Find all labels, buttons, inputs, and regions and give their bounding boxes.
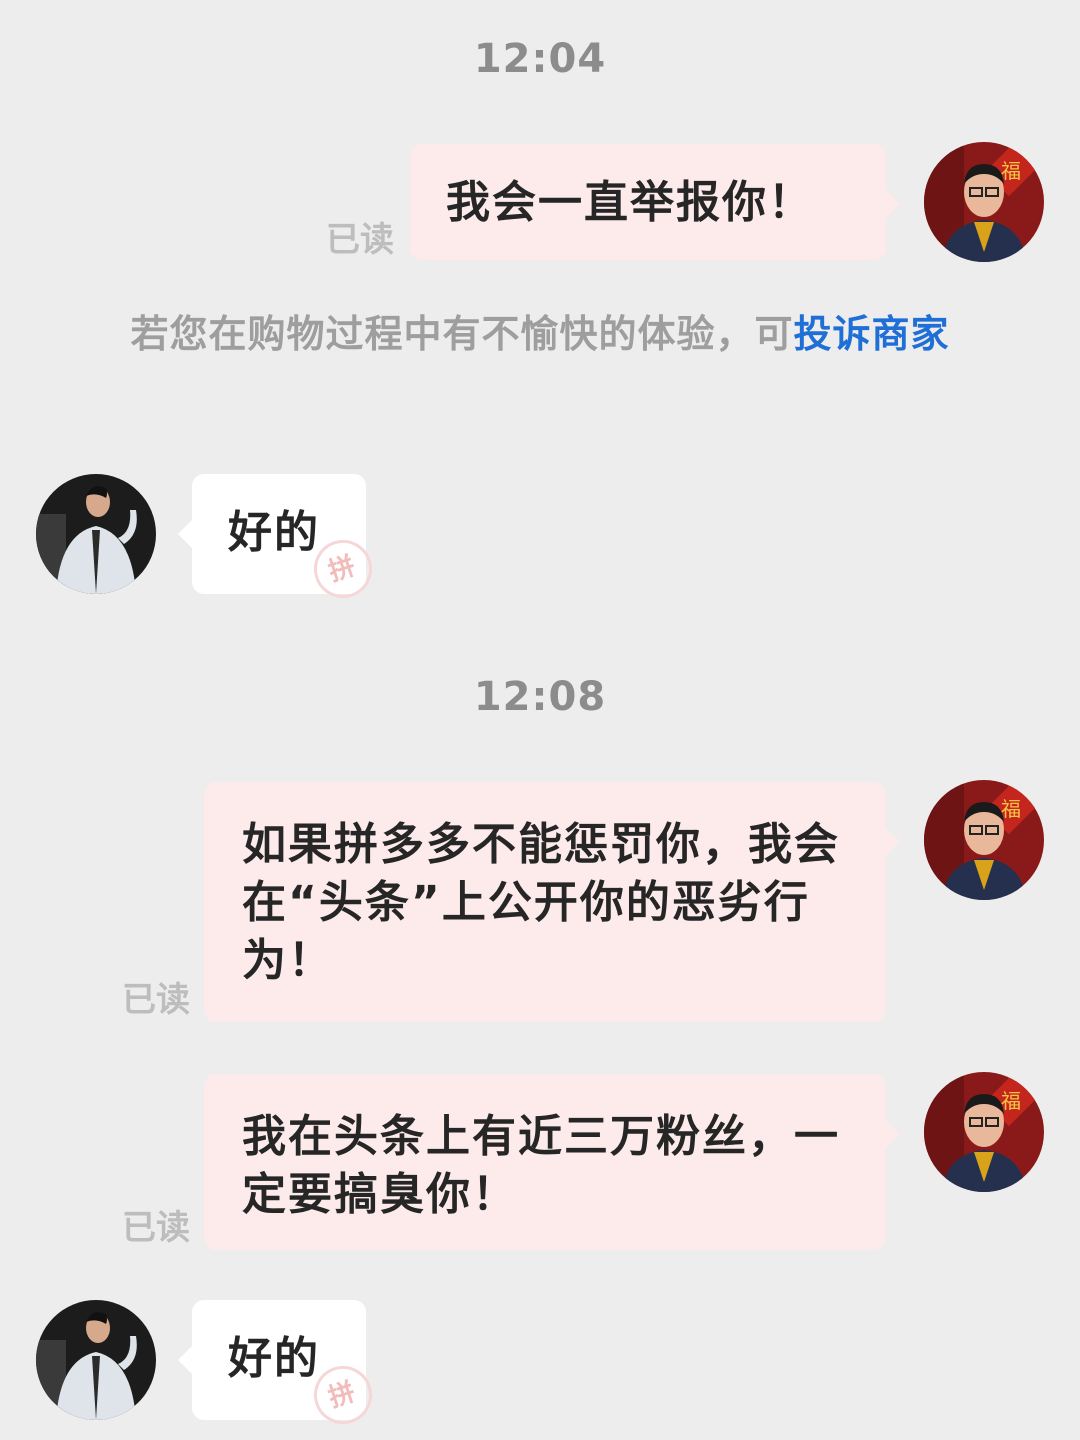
svg-text:福: 福 [1001,1089,1021,1113]
merchant-avatar-image [36,474,156,594]
self-avatar[interactable]: 福 [924,1072,1044,1192]
outgoing-message-bubble[interactable]: 我会一直举报你！ [410,144,900,260]
merchant-avatar[interactable] [36,474,156,594]
merchant-avatar-image [36,1300,156,1420]
message-text: 如果拼多多不能惩罚你，我会在“头条”上公开你的恶劣行为！ [242,819,840,986]
merchant-avatar[interactable] [36,1300,156,1420]
timestamp: 12:08 [473,674,607,720]
message-text: 我在头条上有近三万粉丝，一定要搞臭你！ [242,1111,840,1220]
system-notice: 若您在购物过程中有不愉快的体验，可投诉商家 [80,306,1000,362]
read-status: 已读 [122,1208,190,1248]
message-text: 好的 [228,1333,320,1384]
outgoing-message-bubble[interactable]: 我在头条上有近三万粉丝，一定要搞臭你！ [204,1074,900,1250]
self-avatar[interactable]: 福 [924,142,1044,262]
self-avatar-image: 福 [924,780,1044,900]
incoming-message-bubble[interactable]: 好的 拼 [178,1300,380,1432]
read-status: 已读 [122,980,190,1020]
self-avatar-image: 福 [924,142,1044,262]
svg-text:福: 福 [1001,797,1021,821]
incoming-message-bubble[interactable]: 好的 拼 [178,474,380,606]
message-text: 好的 [228,507,320,558]
outgoing-message-bubble[interactable]: 如果拼多多不能惩罚你，我会在“头条”上公开你的恶劣行为！ [204,782,900,1022]
notice-text: 若您在购物过程中有不愉快的体验，可 [130,312,794,356]
svg-text:福: 福 [1001,159,1021,183]
self-avatar[interactable]: 福 [924,780,1044,900]
message-text: 我会一直举报你！ [446,177,814,228]
self-avatar-image: 福 [924,1072,1044,1192]
timestamp: 12:04 [473,36,607,82]
read-status: 已读 [326,220,394,260]
complain-merchant-link[interactable]: 投诉商家 [794,312,950,356]
